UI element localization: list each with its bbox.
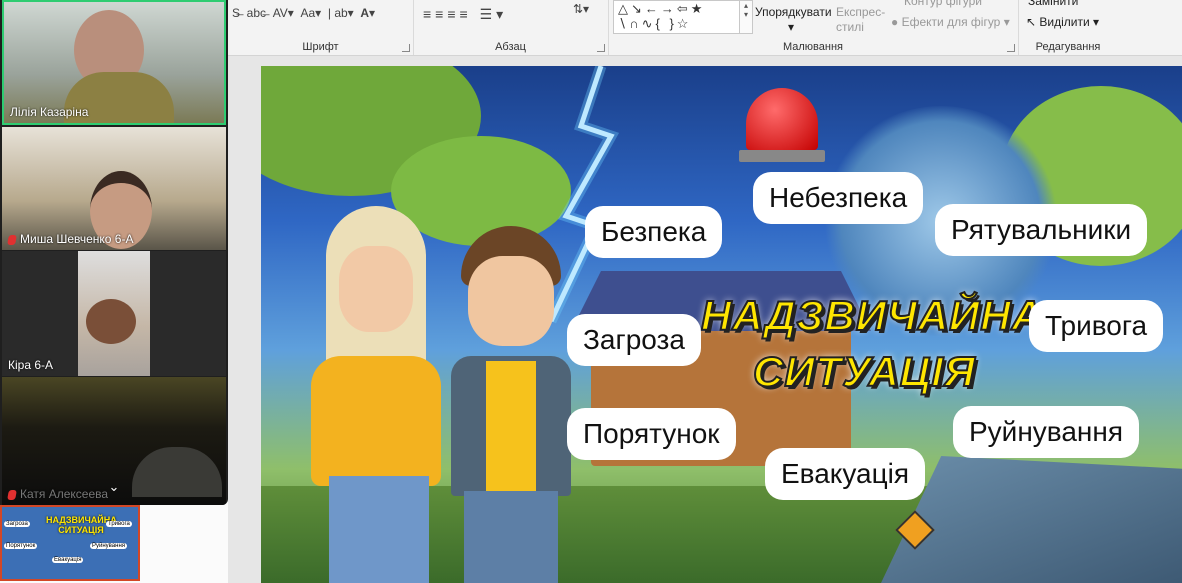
font-group-label: Шрифт [302, 41, 339, 53]
shape-outline-button[interactable]: Контур фігури [904, 0, 982, 8]
arrange-button[interactable]: Упорядкувати [755, 5, 832, 19]
thumbnail-word: Евакуація [52, 557, 84, 563]
road [881, 456, 1182, 583]
word-safety[interactable]: Безпека [589, 210, 719, 254]
quick-styles-button[interactable]: Експрес-стилі [836, 5, 888, 35]
slide-canvas[interactable]: НАДЗВИЧАЙНА СИТУАЦІЯ Небезпека Безпека Р… [261, 66, 1182, 583]
word-threat[interactable]: Загроза [571, 318, 697, 362]
slide-thumbnail[interactable]: НАДЗВИЧАЙНА СИТУАЦІЯ Загроза Тривога Пор… [0, 505, 140, 581]
left-panel: Лілія Казаріна Миша Шевченко 6-А Кіра 6-… [0, 0, 228, 583]
paragraph-dialog-launcher[interactable] [597, 44, 605, 52]
paragraph-group-label: Абзац [495, 41, 526, 53]
arrange-chevron-icon[interactable]: ▾ [788, 20, 794, 34]
select-label: Виділити [1039, 15, 1090, 29]
shape-effects-button[interactable]: ● Ефекти для фігур ▾ [891, 15, 1010, 29]
replace-button[interactable]: Замінити [1028, 0, 1078, 8]
boy-face [468, 256, 554, 346]
chevron-down-icon[interactable]: ⌄ [106, 479, 122, 495]
siren-icon [746, 88, 818, 150]
select-button[interactable]: ↖ Виділити ▾ [1026, 15, 1099, 29]
participant-name: Катя Алексеева [20, 487, 109, 501]
shape-effects-icon: ● [891, 15, 902, 29]
thumbnail-word: Порятунок [4, 543, 38, 549]
boy-jeans [464, 491, 558, 583]
paragraph-group: ≡≡≡≡ ☰▾ ⇅▾ Абзац [413, 0, 609, 55]
girl-character [301, 206, 451, 583]
thumbnail-word: Тривога [106, 521, 132, 527]
slide-title-line1[interactable]: НАДЗВИЧАЙНА [700, 291, 1043, 340]
participant-name: Лілія Казаріна [10, 105, 89, 119]
girl-shirt [311, 356, 441, 486]
drawing-group: △↘←→⇦★ ∖∩∿{ }☆ ▴ ▾ Упорядкувати ▾ Експрес-… [608, 0, 1019, 55]
text-direction-button[interactable]: ⇅▾ [573, 2, 589, 16]
boy-character [446, 226, 576, 583]
participant-video [132, 447, 222, 497]
boy-shirt [486, 361, 536, 491]
mic-muted-icon [7, 234, 17, 245]
slide-title-line2[interactable]: СИТУАЦІЯ [752, 347, 976, 396]
word-rescuers[interactable]: Рятувальники [939, 208, 1144, 252]
shape-effects-label: Ефекти для фігур [901, 15, 1001, 29]
drawing-dialog-launcher[interactable] [1007, 44, 1015, 52]
word-rescue[interactable]: Порятунок [571, 412, 732, 456]
align-buttons[interactable]: ≡≡≡≡ ☰▾ [423, 6, 507, 23]
cursor-icon: ↖ [1026, 15, 1040, 29]
participant-name: Кіра 6-А [8, 358, 54, 372]
strikethrough-button[interactable]: S̶ abc̶ AV▾ Aa▾ | ab▾ A▾ [232, 6, 375, 20]
participant-name: Миша Шевченко 6-А [20, 232, 134, 246]
girl-face [339, 246, 413, 332]
participant-name-row: Катя Алексеева [7, 487, 109, 501]
video-tiles: Лілія Казаріна Миша Шевченко 6-А Кіра 6-… [0, 0, 228, 505]
mic-muted-icon [7, 489, 17, 500]
participant-tile[interactable]: Кіра 6-А [2, 251, 226, 376]
word-destruction[interactable]: Руйнування [957, 410, 1135, 454]
girl-jeans [329, 476, 429, 583]
word-danger[interactable]: Небезпека [757, 176, 920, 220]
font-group: S̶ abc̶ AV▾ Aa▾ | ab▾ A▾ Шрифт [228, 0, 414, 55]
participant-tile[interactable]: Лілія Казаріна [2, 0, 226, 125]
word-evacuation[interactable]: Евакуація [769, 452, 922, 496]
shapes-gallery-scroll[interactable]: ▴ ▾ [739, 0, 753, 34]
shapes-gallery[interactable]: △↘←→⇦★ ∖∩∿{ }☆ [613, 0, 741, 34]
thumbnail-word: Загроза [4, 521, 30, 527]
word-alarm[interactable]: Тривога [1033, 304, 1160, 348]
siren-base-icon [739, 150, 825, 162]
ribbon: S̶ abc̶ AV▾ Aa▾ | ab▾ A▾ Шрифт ≡≡≡≡ ☰▾ ⇅… [228, 0, 1182, 56]
thumbnail-word: Руйнування [90, 543, 127, 549]
editing-group-label: Редагування [1035, 41, 1101, 53]
font-dialog-launcher[interactable] [402, 44, 410, 52]
drawing-group-label: Малювання [782, 41, 844, 53]
participant-tile[interactable]: Миша Шевченко 6-А [2, 127, 226, 250]
editing-group: Замінити ↖ Виділити ▾ Редагування [1018, 0, 1118, 55]
participant-video-head [86, 299, 136, 344]
participant-name-row: Миша Шевченко 6-А [7, 232, 134, 246]
